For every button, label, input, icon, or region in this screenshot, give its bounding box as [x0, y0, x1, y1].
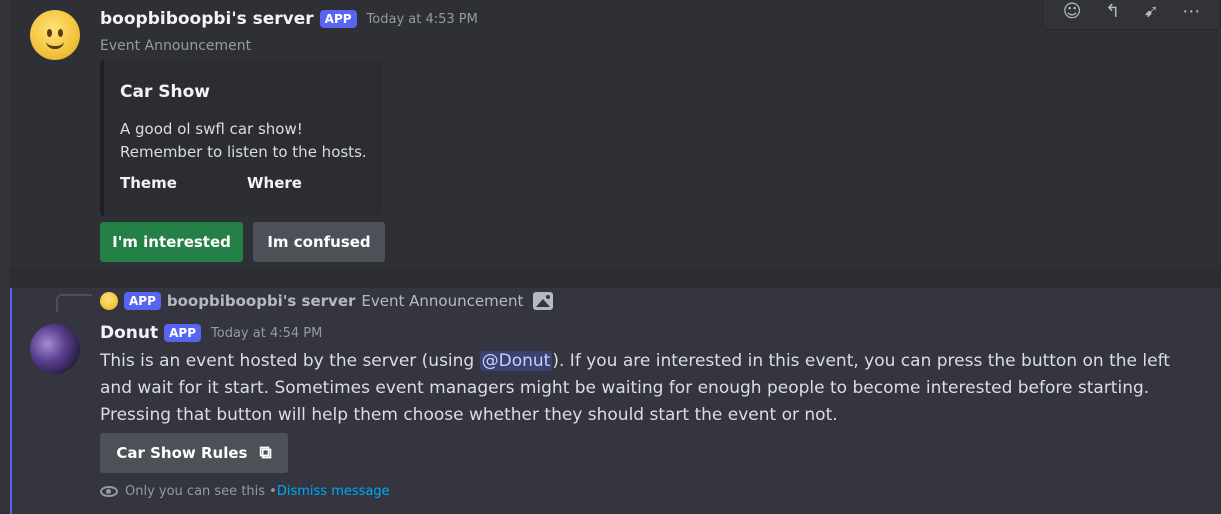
external-link-icon: ⧉ — [259, 443, 272, 463]
confused-button[interactable]: Im confused — [253, 222, 385, 262]
message-header: Donut APP Today at 4:54 PM — [100, 323, 322, 343]
car-show-rules-link-button[interactable]: Car Show Rules ⧉ — [100, 433, 288, 473]
eye-icon — [100, 486, 118, 497]
app-badge: APP — [164, 324, 202, 342]
ephemeral-notice: Only you can see this • Dismiss message — [100, 484, 390, 499]
link-button-label: Car Show Rules — [116, 444, 248, 462]
server-avatar[interactable] — [30, 10, 80, 60]
more-icon[interactable]: ⋯ — [1182, 1, 1200, 22]
embed-field-where: Where — [247, 174, 302, 192]
embed-description-line: A good ol swfl car show! — [120, 120, 303, 138]
reply-text: Event Announcement — [361, 292, 524, 310]
embed-description: A good ol swfl car show! Remember to lis… — [120, 118, 367, 164]
event-embed: Car Show A good ol swfl car show! Rememb… — [100, 60, 382, 216]
message-hover-toolbar: ☺ ↰ ➹ ⋯ — [1042, 0, 1221, 30]
embed-title: Car Show — [120, 82, 210, 102]
reply-avatar — [100, 292, 118, 310]
reply-icon[interactable]: ↰ — [1105, 1, 1120, 22]
embed-description-line: Remember to listen to the hosts. — [120, 143, 367, 161]
ephemeral-text: Only you can see this • — [125, 484, 277, 499]
message-content: This is an event hosted by the server (u… — [100, 348, 1200, 429]
message-username[interactable]: boopbiboopbi's server — [100, 9, 314, 29]
interested-button[interactable]: I'm interested — [100, 222, 243, 262]
user-mention[interactable]: @Donut — [479, 351, 553, 371]
reply-reference[interactable]: APP boopbiboopbi's server Event Announce… — [100, 292, 554, 310]
forward-icon[interactable]: ➹ — [1144, 1, 1159, 22]
message-username[interactable]: Donut — [100, 323, 158, 343]
app-badge: APP — [319, 10, 357, 28]
message-divider — [10, 268, 1221, 288]
message-text: This is an event hosted by the server (u… — [100, 351, 480, 371]
message-timestamp[interactable]: Today at 4:53 PM — [367, 12, 478, 27]
reply-spine — [56, 294, 92, 312]
image-icon — [533, 292, 554, 310]
reply-app-badge: APP — [124, 292, 161, 310]
bot-avatar[interactable] — [30, 324, 80, 374]
embed-field-theme: Theme — [120, 174, 177, 192]
reply-username[interactable]: boopbiboopbi's server — [167, 292, 356, 310]
add-reaction-icon[interactable]: ☺ — [1063, 1, 1082, 22]
dismiss-message-link[interactable]: Dismiss message — [277, 484, 390, 499]
message-header: boopbiboopbi's server APP Today at 4:53 … — [100, 9, 478, 29]
interaction-subtitle: Event Announcement — [100, 38, 252, 54]
message-timestamp[interactable]: Today at 4:54 PM — [211, 326, 322, 341]
